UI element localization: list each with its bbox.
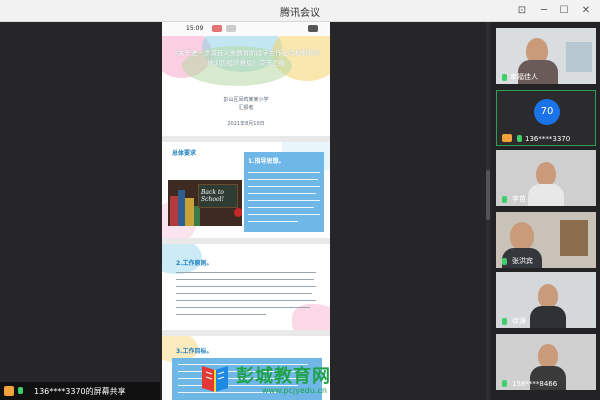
participant-name: 136****3370 (525, 135, 571, 143)
apple-icon (234, 208, 242, 217)
participant-tile[interactable]: 张洪宾 (496, 212, 596, 268)
host-icon (502, 134, 512, 142)
participant-video (510, 222, 534, 250)
minimize-icon[interactable]: ─ (536, 3, 552, 19)
participant-name: 张洪宾 (512, 257, 533, 265)
guiding-heading: 1.指导思想。 (248, 158, 285, 165)
participant-name: 李苗 (512, 195, 526, 203)
mic-icon (18, 387, 23, 394)
mic-icon (502, 318, 507, 325)
participant-tile[interactable]: 徐涛 (496, 272, 596, 328)
requirements-badge: 总体要求 (172, 150, 197, 157)
screen-share-icon (4, 386, 14, 396)
mic-icon (502, 74, 507, 81)
mic-icon (502, 196, 507, 203)
principles-heading: 2.工作原则。 (176, 260, 213, 267)
participant-avatar: 70 (534, 99, 560, 125)
title-bar: 腾讯会议 ⊡ ─ ☐ ✕ (0, 0, 600, 22)
site-watermark: 彭城教育网 www.pcjyedu.cn (196, 360, 396, 400)
share-status-bar: 136****3370的屏幕共享 (0, 382, 160, 400)
phone-time: 15:09 (186, 25, 204, 32)
participant-tile[interactable]: 70 136****3370 (496, 90, 596, 146)
slide-date: 2021年8月10日 (227, 121, 265, 127)
scrollbar-thumb[interactable] (486, 170, 490, 220)
participant-video (536, 162, 556, 186)
mute-icon (226, 25, 236, 32)
share-status-text: 136****3370的屏幕共享 (34, 387, 126, 396)
slide-requirements: 总体要求 1.指导思想。 Back to School! (162, 142, 330, 238)
slide-title: 《关于进一步减轻义务教育阶段学生作业负担和校外培训负担的意见》交流汇报 (171, 49, 321, 67)
battery-icon (308, 25, 318, 32)
watermark-url: www.pcjyedu.cn (262, 386, 327, 395)
chalkboard: Back to School! (198, 184, 238, 208)
participant-tile[interactable]: 158****8466 (496, 334, 596, 390)
slide-cover: 《关于进一步减轻义务教育阶段学生作业负担和校外培训负担的意见》交流汇报 彭山区凤… (162, 36, 330, 136)
chalkboard-text: Back to School! (201, 189, 224, 203)
participant-video (538, 284, 558, 308)
participant-name: 徐涛 (512, 317, 526, 325)
participant-name: 幸福佳人 (510, 73, 538, 81)
guiding-text-block: 1.指导思想。 (244, 152, 324, 232)
pin-icon[interactable]: ⊡ (514, 3, 530, 19)
watermark-brand: 彭城教育网 (236, 366, 331, 387)
meeting-window: 腾讯会议 ⊡ ─ ☐ ✕ 15:09 《关于进一步减轻义务教育阶段学生作业负担和… (0, 0, 600, 400)
phone-status-bar: 15:09 (162, 22, 330, 36)
recording-icon (212, 25, 222, 32)
mic-icon (517, 135, 522, 142)
close-icon[interactable]: ✕ (578, 3, 594, 19)
participant-list: 幸福佳人 70 136****3370 李苗 张洪宾 徐涛 158****846… (492, 22, 600, 400)
presenter: 汇报者 (238, 105, 254, 111)
back-to-school-image: Back to School! (168, 180, 242, 226)
participant-tile[interactable]: 李苗 (496, 150, 596, 206)
slide-principles: 2.工作原则。 (162, 244, 330, 330)
goals-heading: 3.工作目标。 (176, 348, 213, 355)
mic-icon (502, 380, 507, 387)
mic-icon (502, 258, 507, 265)
maximize-icon[interactable]: ☐ (556, 3, 572, 19)
window-title: 腾讯会议 (280, 8, 320, 19)
shared-phone-screen: 15:09 《关于进一步减轻义务教育阶段学生作业负担和校外培训负担的意见》交流汇… (162, 22, 330, 400)
participant-video (538, 344, 558, 368)
participant-tile[interactable]: 幸福佳人 (496, 28, 596, 84)
school-name: 彭山区凤鸣某某小学 (223, 97, 269, 103)
book-logo-icon (202, 366, 228, 392)
participant-name: 158****8466 (512, 380, 558, 388)
